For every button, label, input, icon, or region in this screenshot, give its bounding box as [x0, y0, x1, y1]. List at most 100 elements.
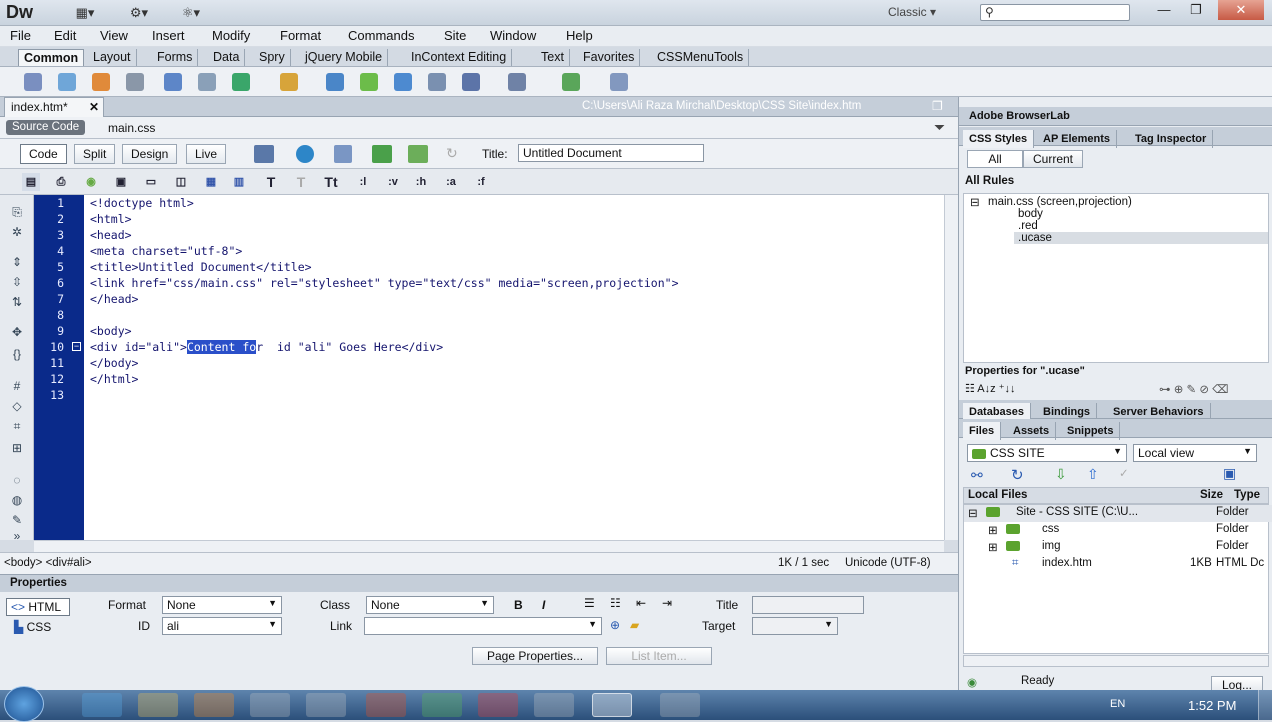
file-row[interactable]: ⊞ css Folder — [964, 522, 1272, 539]
related-file-main-css[interactable]: main.css — [108, 121, 155, 135]
html-mode-button[interactable]: <> HTML — [6, 598, 70, 616]
source-code-button[interactable]: Source Code — [6, 120, 86, 135]
col-size[interactable]: Size — [1200, 489, 1223, 501]
highlight-icon[interactable]: ◉ — [82, 173, 100, 191]
table-format-icon[interactable]: ▦ — [202, 173, 220, 191]
horizontal-scrollbar[interactable] — [34, 540, 944, 552]
tab-text[interactable]: Text — [536, 49, 570, 66]
split-view-button[interactable]: Split — [74, 144, 116, 164]
refresh-files-icon[interactable]: ↻ — [1011, 466, 1024, 484]
close-tab-icon[interactable]: ✕ — [89, 100, 99, 114]
files-hscrollbar[interactable] — [963, 655, 1269, 667]
wrap-tag-icon[interactable]: ✎ — [8, 513, 26, 529]
file-row[interactable]: ⊟ Site - CSS SITE (C:\U... Folder — [964, 505, 1272, 522]
rule-ucase[interactable]: .ucase — [1018, 232, 1052, 244]
horizontal-rule-icon[interactable] — [126, 73, 144, 91]
named-anchor-icon[interactable] — [92, 73, 110, 91]
bold-button[interactable]: B — [514, 598, 523, 612]
active-style-icon[interactable]: :a — [442, 173, 460, 191]
ie-taskbar-icon[interactable] — [82, 693, 122, 717]
code-view-button[interactable]: Code — [20, 144, 67, 164]
rule-red[interactable]: .red — [1018, 220, 1038, 232]
italic-button[interactable]: I — [542, 598, 545, 612]
minimize-button[interactable]: — — [1148, 0, 1180, 20]
link-style-icon[interactable]: :l — [354, 173, 372, 191]
focus-style-icon[interactable]: :f — [472, 173, 490, 191]
menu-commands[interactable]: Commands — [348, 28, 414, 43]
tab-ap-elements[interactable]: AP Elements — [1037, 130, 1118, 148]
menu-format[interactable]: Format — [280, 28, 321, 43]
tab-cssmenutools[interactable]: CSSMenuTools — [652, 49, 750, 66]
menu-site[interactable]: Site — [444, 28, 466, 43]
view-select[interactable]: Local view ▼ — [1133, 444, 1257, 462]
tab-spry[interactable]: Spry — [254, 49, 291, 66]
rules-root[interactable]: main.css (screen,projection) — [988, 196, 1132, 208]
acrobat-taskbar-icon[interactable] — [478, 693, 518, 717]
images-icon[interactable] — [232, 73, 250, 91]
fold-toggle-icon[interactable]: − — [72, 342, 81, 351]
hyperlink-icon[interactable] — [24, 73, 42, 91]
properties-header[interactable]: Properties — [0, 574, 958, 592]
script-icon[interactable] — [508, 73, 526, 91]
text-bold-icon[interactable]: T — [262, 173, 280, 191]
menu-modify[interactable]: Modify — [212, 28, 250, 43]
site-select[interactable]: CSS SITE ▼ — [967, 444, 1127, 462]
validate-icon[interactable] — [372, 145, 392, 163]
current-mode-button[interactable]: Current — [1023, 150, 1083, 168]
expand-all-icon[interactable]: ⇅ — [8, 295, 26, 311]
design-view-button[interactable]: Design — [122, 144, 178, 164]
restore-doc-icon[interactable]: ❐ — [932, 99, 943, 113]
put-files-icon[interactable]: ⇧ — [1087, 466, 1099, 483]
comment-icon[interactable] — [428, 73, 446, 91]
language-indicator[interactable]: EN — [1110, 698, 1125, 710]
site-icon[interactable]: ⚛▾ — [178, 5, 204, 21]
syntax-error-icon[interactable]: ⌗ — [8, 419, 26, 435]
line-numbers-icon[interactable]: # — [8, 379, 26, 395]
tag-chooser-icon[interactable] — [610, 73, 628, 91]
menu-help[interactable]: Help — [566, 28, 593, 43]
multiscreen-icon[interactable] — [254, 145, 274, 163]
clock[interactable]: 1:52 PM — [1188, 698, 1236, 713]
rule-action-icons[interactable]: ⊶ ⊕ ✎ ⊘ ⌫ — [1159, 382, 1228, 396]
gear-icon[interactable]: ⚙▾ — [126, 5, 152, 21]
app-taskbar-icon[interactable] — [366, 693, 406, 717]
more-tools-icon[interactable]: » — [8, 529, 26, 545]
insert-div-icon[interactable] — [198, 73, 216, 91]
browse-folder-icon[interactable]: ▰ — [630, 618, 639, 632]
open-documents-icon[interactable]: ⎘ — [8, 205, 26, 221]
snapshot-icon[interactable]: ◫ — [172, 173, 190, 191]
indent-icon[interactable]: ⇥ — [662, 596, 672, 610]
app-taskbar-icon[interactable] — [306, 693, 346, 717]
checkout-icon[interactable]: ✓ — [1119, 466, 1129, 480]
live-view-button[interactable]: Live — [186, 144, 227, 164]
sort-icons[interactable]: ☷ A↓z ⁺↓↓ — [965, 382, 1016, 395]
id-select[interactable]: ali ▼ — [162, 617, 282, 635]
balance-braces-icon[interactable]: {} — [8, 347, 26, 363]
tab-incontext-editing[interactable]: InContext Editing — [406, 49, 513, 66]
tab-common[interactable]: Common — [18, 49, 85, 66]
ordered-list-icon[interactable]: ☷ — [610, 596, 621, 610]
css-mode-button[interactable]: ▙ CSS — [14, 620, 51, 634]
menu-file[interactable]: File — [10, 28, 31, 43]
list-item-button[interactable]: List Item... — [606, 647, 712, 665]
chrome-taskbar-icon[interactable] — [422, 693, 462, 717]
col-type[interactable]: Type — [1234, 489, 1260, 501]
tree-expand-icon[interactable]: ⊞ — [988, 540, 998, 554]
code-navigator-icon[interactable]: ▤ — [22, 173, 40, 191]
document-tab[interactable]: index.htm* ✕ — [4, 97, 104, 117]
visual-aids-icon[interactable] — [408, 145, 428, 163]
show-desktop-button[interactable] — [1258, 690, 1272, 720]
templates-icon[interactable] — [562, 73, 580, 91]
tab-files[interactable]: Files — [963, 422, 1002, 440]
tab-css-styles[interactable]: CSS Styles — [963, 130, 1035, 148]
table-icon[interactable] — [164, 73, 182, 91]
app-taskbar-icon[interactable] — [250, 693, 290, 717]
tab-tag-inspector[interactable]: Tag Inspector — [1129, 130, 1214, 148]
tag-icon[interactable]: ▭ — [142, 173, 160, 191]
search-input[interactable]: ⚲ — [980, 4, 1130, 21]
tab-forms[interactable]: Forms — [152, 49, 199, 66]
workspace-switcher[interactable]: Classic ▾ — [888, 5, 936, 19]
menu-window[interactable]: Window — [490, 28, 536, 43]
col-local-files[interactable]: Local Files — [968, 489, 1027, 501]
link-input[interactable]: ▼ — [364, 617, 602, 635]
